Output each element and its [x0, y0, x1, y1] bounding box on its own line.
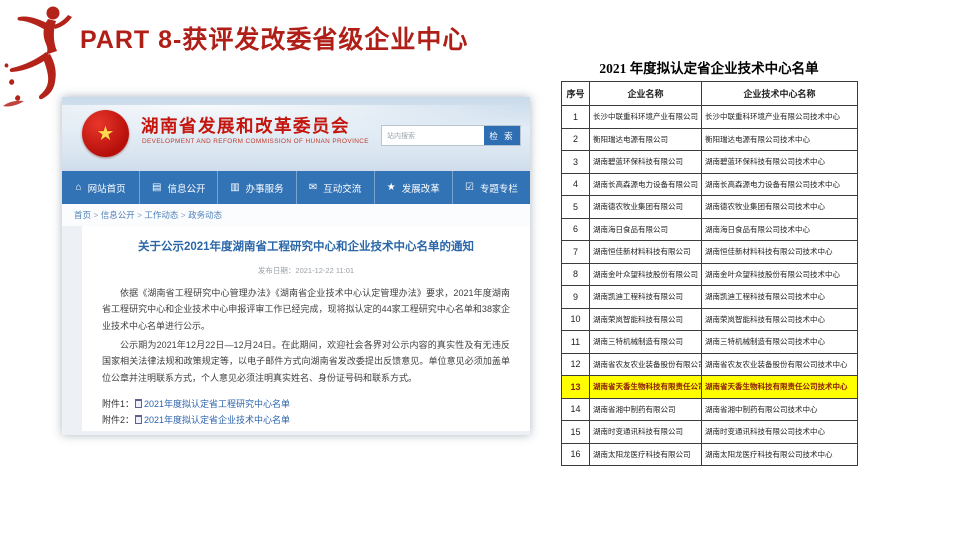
col-header-center: 企业技术中心名称 [702, 82, 858, 106]
site-name: 湖南省发展和改革委员会 [141, 113, 350, 138]
article-paragraph: 公示期为2021年12月22日—12月24日。在此期间，欢迎社会各界对公示内容的… [102, 337, 510, 387]
attachment-row: 附件1： 2021年度拟认定省工程研究中心名单 [102, 396, 510, 412]
table-row: 14湖南省湘中制药有限公司湖南省湘中制药有限公司技术中心 [562, 398, 858, 421]
nav-item-info-disclosure[interactable]: ▤ 信息公开 [139, 171, 217, 204]
table-row: 2衡阳瑞达电源有限公司衡阳瑞达电源有限公司技术中心 [562, 128, 858, 151]
breadcrumb: 首页 信息公开 工作动态 政务动态 [62, 204, 530, 226]
article-title: 关于公示2021年度湖南省工程研究中心和企业技术中心名单的通知 [102, 239, 510, 256]
attachment-link-engineering-centers[interactable]: 2021年度拟认定省工程研究中心名单 [144, 396, 290, 412]
star-icon: ★ [387, 183, 396, 193]
table-row: 9湖南凯迪工程科技有限公司湖南凯迪工程科技有限公司技术中心 [562, 286, 858, 309]
attachment-file-icon [135, 399, 142, 408]
attachment-row: 附件2： 2021年度拟认定省企业技术中心名单 [102, 412, 510, 428]
table-header-row: 序号 企业名称 企业技术中心名称 [562, 82, 858, 106]
enterprise-tech-center-table: 序号 企业名称 企业技术中心名称 1长沙中联重科环境产业有限公司长沙中联重科环境… [561, 81, 858, 466]
table-row: 4湖南长高森源电力设备有限公司湖南长高森源电力设备有限公司技术中心 [562, 173, 858, 196]
article-publish-date: 发布日期：2021-12-22 11:01 [102, 265, 510, 276]
home-icon: ⌂ [76, 183, 82, 193]
breadcrumb-work-news[interactable]: 工作动态 [144, 209, 188, 221]
attachment-label: 附件1： [102, 396, 134, 412]
table-row: 11湖南三特机械制造有限公司湖南三特机械制造有限公司技术中心 [562, 331, 858, 354]
search-input[interactable] [420, 126, 484, 145]
search-label: 站内搜索 [382, 131, 420, 141]
website-screenshot: ★ 湖南省发展和改革委员会 DEVELOPMENT AND REFORM COM… [62, 97, 530, 435]
col-header-no: 序号 [562, 82, 590, 106]
table-row: 5湖南德农牧业集团有限公司湖南德农牧业集团有限公司技术中心 [562, 196, 858, 219]
attachment-list: 附件1： 2021年度拟认定省工程研究中心名单 附件2： 2021年度拟认定省企… [102, 396, 510, 428]
nav-item-development-reform[interactable]: ★ 发展改革 [374, 171, 452, 204]
table-row: 12湖南省农友农业装备股份有限公司湖南省农友农业装备股份有限公司技术中心 [562, 353, 858, 376]
book-icon: ▤ [152, 183, 161, 193]
slide-title-prefix: PART 8- [80, 26, 182, 54]
slide-title: PART 8-获评发改委省级企业中心 [80, 20, 468, 56]
site-name-english: DEVELOPMENT AND REFORM COMMISSION OF HUN… [142, 138, 369, 145]
table-row: 16湖南太阳龙医疗科技有限公司湖南太阳龙医疗科技有限公司技术中心 [562, 443, 858, 466]
page-body: 关于公示2021年度湖南省工程研究中心和企业技术中心名单的通知 发布日期：202… [62, 226, 530, 435]
document-icon: ▥ [230, 183, 239, 193]
attachment-link-enterprise-centers[interactable]: 2021年度拟认定省企业技术中心名单 [144, 412, 290, 428]
col-header-company: 企业名称 [590, 82, 702, 106]
site-header: ★ 湖南省发展和改革委员会 DEVELOPMENT AND REFORM COM… [62, 97, 530, 171]
table-row: 10湖南荣岚智能科技有限公司湖南荣岚智能科技有限公司技术中心 [562, 308, 858, 331]
search-button[interactable]: 检 索 [484, 126, 520, 145]
slide-title-text: 获评发改委省级企业中心 [182, 26, 468, 54]
attachment-file-icon [135, 415, 142, 424]
table-row: 7湖南恒佳新材料科技有限公司湖南恒佳新材料科技有限公司技术中心 [562, 241, 858, 264]
nav-item-home[interactable]: ⌂ 网站首页 [62, 171, 139, 204]
nav-item-services[interactable]: ▥ 办事服务 [217, 171, 295, 204]
article-paragraph: 依据《湖南省工程研究中心管理办法》《湖南省企业技术中心认定管理办法》要求，202… [102, 285, 510, 335]
chat-icon: ✉ [309, 183, 317, 193]
site-nav: ⌂ 网站首页 ▤ 信息公开 ▥ 办事服务 ✉ 互动交流 ★ 发展改革 ☑ 专题专… [62, 171, 530, 204]
table-row: 15湖南时变通讯科技有限公司湖南时变通讯科技有限公司技术中心 [562, 421, 858, 444]
national-emblem-icon: ★ [82, 110, 129, 157]
table-row: 6湖南海日食品有限公司湖南海日食品有限公司技术中心 [562, 218, 858, 241]
article-card: 关于公示2021年度湖南省工程研究中心和企业技术中心名单的通知 发布日期：202… [82, 226, 530, 431]
calendar-icon: ☑ [465, 183, 474, 193]
table-title: 2021 年度拟认定省企业技术中心名单 [560, 57, 858, 77]
table-row-highlighted: 13湖南省天香生物科技有限责任公司湖南省天香生物科技有限责任公司技术中心 [562, 376, 858, 399]
site-search: 站内搜索 检 索 [381, 125, 521, 146]
table-row: 3湖南碧蓝环保科技有限公司湖南碧蓝环保科技有限公司技术中心 [562, 151, 858, 174]
table-row: 1长沙中联重科环境产业有限公司长沙中联重科环境产业有限公司技术中心 [562, 106, 858, 129]
attachment-label: 附件2： [102, 412, 134, 428]
breadcrumb-info[interactable]: 信息公开 [101, 209, 145, 221]
breadcrumb-gov-news[interactable]: 政务动态 [188, 209, 222, 221]
table-row: 8湖南金叶众望科技股份有限公司湖南金叶众望科技股份有限公司技术中心 [562, 263, 858, 286]
nav-item-special-columns[interactable]: ☑ 专题专栏 [452, 171, 530, 204]
nav-item-interaction[interactable]: ✉ 互动交流 [296, 171, 374, 204]
breadcrumb-home[interactable]: 首页 [74, 209, 101, 221]
